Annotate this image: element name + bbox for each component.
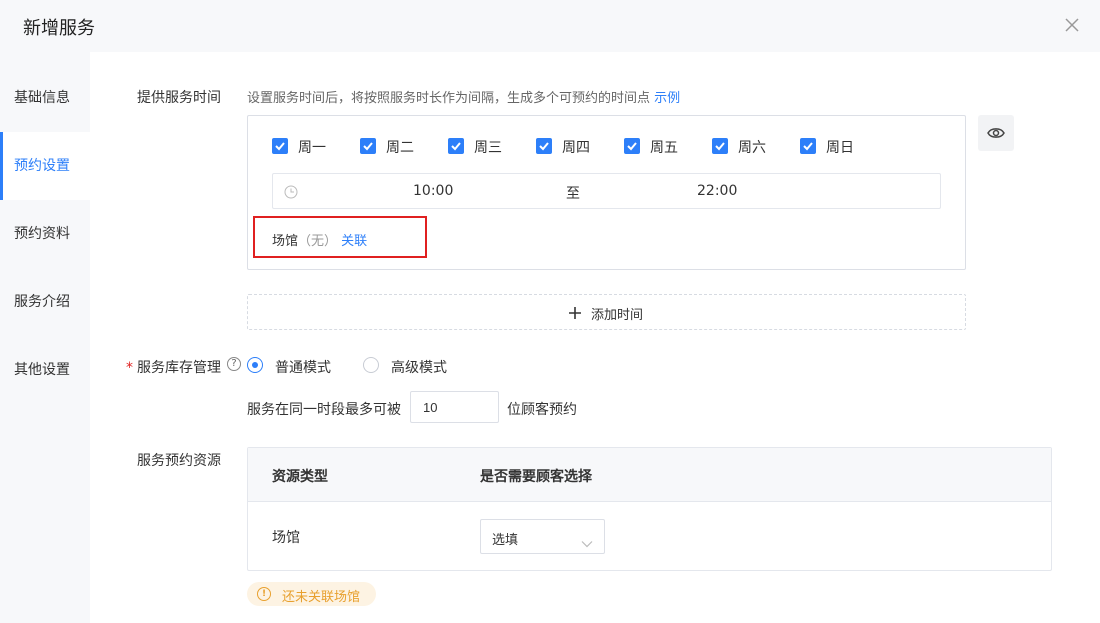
checkbox-checked-icon xyxy=(272,138,288,154)
eye-icon xyxy=(987,128,1005,138)
inventory-label: * 服务库存管理 xyxy=(126,357,221,377)
venue-label: 场馆 xyxy=(272,234,299,249)
radio-selected-icon xyxy=(247,357,263,373)
service-time-hint: 设置服务时间后，将按照服务时长作为间隔，生成多个可预约的时间点 示例 xyxy=(247,87,680,106)
close-icon[interactable] xyxy=(1062,15,1082,35)
add-time-button[interactable]: 添加时间 xyxy=(247,294,966,330)
venue-warning-tag: ! 还未关联场馆 xyxy=(247,582,376,606)
day-label: 周五 xyxy=(650,140,678,156)
dialog-header: 新增服务 xyxy=(0,0,1100,52)
customer-select-dropdown[interactable]: 选填 xyxy=(480,519,605,554)
main-content: 提供服务时间 设置服务时间后，将按照服务时长作为间隔，生成多个可预约的时间点 示… xyxy=(90,52,1100,623)
column-header-type: 资源类型 xyxy=(272,469,328,485)
required-mark: * xyxy=(126,360,133,376)
dialog-title: 新增服务 xyxy=(23,18,95,39)
sidebar-item-booking-settings[interactable]: 预约设置 xyxy=(0,132,90,200)
day-label: 周四 xyxy=(562,140,590,156)
capacity-prefix: 服务在同一时段最多可被 xyxy=(247,402,401,418)
service-time-label: 提供服务时间 xyxy=(137,90,221,106)
checkbox-checked-icon xyxy=(360,138,376,154)
time-range-picker[interactable]: 10:00 至 22:00 xyxy=(272,173,941,209)
venue-line: 场馆（无） 关联 xyxy=(272,230,367,249)
service-time-hint-text: 设置服务时间后，将按照服务时长作为间隔，生成多个可预约的时间点 xyxy=(247,91,651,106)
preview-button[interactable] xyxy=(978,115,1014,151)
day-label: 周一 xyxy=(298,140,326,156)
select-value: 选填 xyxy=(492,533,519,548)
venue-value: （无） xyxy=(298,234,338,249)
sidebar-item-basic-info[interactable]: 基础信息 xyxy=(0,64,90,132)
example-link[interactable]: 示例 xyxy=(654,91,680,106)
plus-icon xyxy=(568,305,582,324)
day-label: 周六 xyxy=(738,140,766,156)
sidebar-item-service-intro[interactable]: 服务介绍 xyxy=(0,268,90,336)
day-label: 周三 xyxy=(474,140,502,156)
chevron-down-icon xyxy=(581,533,593,552)
inventory-label-text: 服务库存管理 xyxy=(137,360,221,376)
question-icon[interactable]: ? xyxy=(227,357,241,371)
radio-unselected-icon xyxy=(363,357,379,373)
column-header-customer-select: 是否需要顾客选择 xyxy=(480,469,592,485)
sidebar-item-other-settings[interactable]: 其他设置 xyxy=(0,336,90,404)
radio-label: 普通模式 xyxy=(275,360,331,376)
checkbox-checked-icon xyxy=(536,138,552,154)
venue-link-button[interactable]: 关联 xyxy=(341,234,367,249)
radio-label: 高级模式 xyxy=(391,360,447,376)
time-slot-panel: 周一 周二 周三 周四 周五 周六 周日 10:00 至 22:00 场馆（无）… xyxy=(247,115,966,270)
checkbox-checked-icon xyxy=(800,138,816,154)
day-label: 周日 xyxy=(826,140,854,156)
table-header: 资源类型 是否需要顾客选择 xyxy=(248,448,1051,502)
checkbox-checked-icon xyxy=(712,138,728,154)
resources-table: 资源类型 是否需要顾客选择 场馆 选填 xyxy=(247,447,1052,571)
checkbox-checked-icon xyxy=(624,138,640,154)
resource-type-cell: 场馆 xyxy=(272,530,300,546)
capacity-input[interactable] xyxy=(410,391,499,423)
day-label: 周二 xyxy=(386,140,414,156)
resources-label: 服务预约资源 xyxy=(137,453,221,469)
venue-highlight-box: 场馆（无） 关联 xyxy=(253,216,427,258)
sidebar-item-booking-info[interactable]: 预约资料 xyxy=(0,200,90,268)
warning-icon: ! xyxy=(257,587,271,601)
start-time[interactable]: 10:00 xyxy=(413,183,453,199)
capacity-suffix: 位顾客预约 xyxy=(507,402,577,418)
warning-text: 还未关联场馆 xyxy=(282,590,361,605)
add-time-label: 添加时间 xyxy=(591,308,644,323)
end-time[interactable]: 22:00 xyxy=(697,183,737,199)
checkbox-checked-icon xyxy=(448,138,464,154)
time-separator: 至 xyxy=(566,186,580,202)
sidebar-nav: 基础信息 预约设置 预约资料 服务介绍 其他设置 xyxy=(0,64,90,623)
clock-icon xyxy=(284,184,298,203)
